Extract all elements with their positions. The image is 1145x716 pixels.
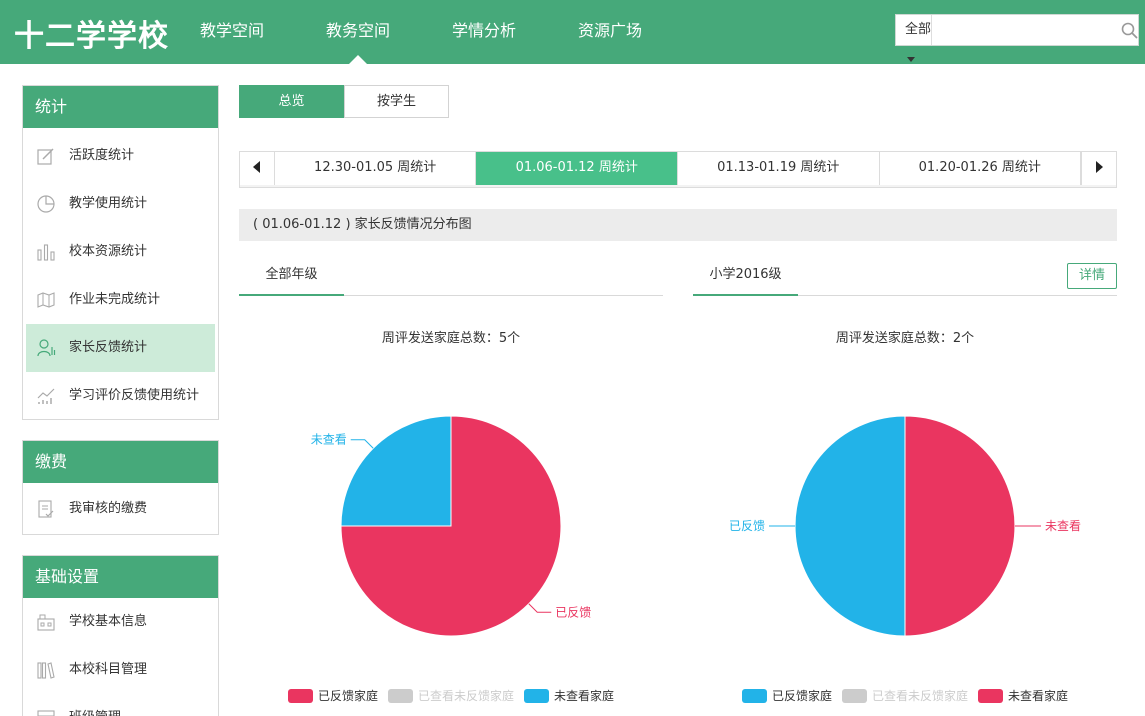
sidebar-item-parent-feedback[interactable]: 家长反馈统计 [26,324,215,372]
top-header: 十二学学校 教学空间 教务空间 学情分析 资源广场 全部 [0,0,1145,64]
pie-label-line [350,439,374,449]
chart-legend: 已反馈家庭 已查看未反馈家庭 未查看家庭 [239,687,663,704]
sidebar-item-school-info[interactable]: 学校基本信息 [23,598,218,646]
caret-down-icon [907,57,915,62]
arrow-left-icon [252,160,261,177]
sidebar-item-label: 活跃度统计 [69,148,135,163]
sidebar-item-label: 作业未完成统计 [69,292,161,307]
week-selector: 12.30-01.05 周统计 01.06-01.12 周统计 01.13-01… [239,151,1117,188]
pie-label-line [528,603,552,613]
pie-chart-all-grades: 已反馈 未查看 [311,415,591,637]
search-scope-label: 全部 [905,22,932,37]
pie-chart-icon [35,193,57,215]
legend-label: 已反馈家庭 [771,689,832,703]
legend-item[interactable]: 已查看未反馈家庭 [841,687,968,704]
legend-swatch [524,688,549,703]
week-item-active[interactable]: 01.06-01.12 周统计 [476,152,678,185]
tab-overview[interactable]: 总览 [239,85,344,118]
sidebar-item-homework-incomplete[interactable]: 作业未完成统计 [23,276,218,324]
legend-label: 未查看家庭 [1008,689,1069,703]
section-title: ( 01.06-01.12 ) 家长反馈情况分布图 [239,209,1117,241]
legend-swatch [387,688,413,703]
legend-item[interactable]: 已查看未反馈家庭 [387,687,514,704]
legend-swatch [841,688,867,703]
sidebar-item-evaluation-feedback[interactable]: 学习评价反馈使用统计 [23,372,218,420]
pie-slice-label: 未查看 [311,433,347,447]
pie-slice[interactable] [340,415,452,527]
legend-item[interactable]: 已反馈家庭 [741,687,832,704]
week-item[interactable]: 12.30-01.05 周统计 [274,152,477,185]
arrow-right-icon [1095,160,1103,177]
search-box: 全部 [895,14,1139,62]
legend-swatch [287,688,313,703]
legend-item[interactable]: 未查看家庭 [978,687,1068,704]
legend-label: 已查看未反馈家庭 [417,689,514,703]
pie-slice[interactable] [904,415,1016,637]
sidebar-item-label: 我审核的缴费 [69,501,148,516]
class-icon [35,707,57,716]
chart-panel-all-grades: 全部年级 周评发送家庭总数：5个 已反馈 未查看 已反馈家庭 已查看未反馈家庭 未查看… [239,260,663,716]
map-icon [35,289,57,311]
legend-swatch [978,688,1003,703]
search-scope-dropdown[interactable]: 全部 [896,15,933,62]
tab-by-student[interactable]: 按学生 [344,85,449,118]
sidebar-group-basic-settings: 基础设置 学校基本信息 本校科目管理 班级管理 [22,555,219,716]
sidebar-item-label: 班级管理 [69,694,121,716]
sidebar-item-school-resources[interactable]: 校本资源统计 [23,228,218,276]
nav-item-learning-analysis[interactable]: 学情分析 [452,0,516,64]
sidebar-group-statistics: 统计 活跃度统计 教学使用统计 校本资源统计 作业未完成统计 家长反馈统计 学习… [22,85,219,420]
sidebar-group-title: 统计 [23,86,218,128]
legend-label: 已反馈家庭 [317,689,378,703]
nav-item-teaching[interactable]: 教学空间 [200,0,264,64]
search-input[interactable] [932,16,1121,44]
sidebar-item-my-payment-review[interactable]: 我审核的缴费 [23,485,218,533]
view-tabs: 总览 按学生 [239,85,449,118]
school-icon [35,611,57,633]
search-icon[interactable] [1120,15,1138,45]
sidebar-item-label: 家长反馈统计 [69,340,148,355]
sidebar-item-label: 学习评价反馈使用统计 [69,388,200,403]
pie-slice-label: 已反馈 [729,519,765,533]
chart-panel-grade-2016: 小学2016级 详情 周评发送家庭总数：2个 未查看 已反馈 已反馈家庭 已查看未反… [693,260,1117,716]
sidebar-item-class-management[interactable]: 班级管理 [23,694,218,716]
sidebar-item-teaching-usage[interactable]: 教学使用统计 [23,180,218,228]
next-week-button[interactable] [1081,152,1116,185]
sidebar-item-label: 学校基本信息 [69,614,148,629]
prev-week-button[interactable] [240,152,275,185]
sidebar-item-label: 教学使用统计 [69,196,148,211]
sidebar-item-subject-management[interactable]: 本校科目管理 [23,646,218,694]
sidebar-item-label: 本校科目管理 [69,662,148,677]
sidebar-item-activity-stats[interactable]: 活跃度统计 [23,132,218,180]
parent-icon [35,337,57,359]
sidebar-group-payment: 缴费 我审核的缴费 [22,440,219,535]
edit-icon [35,145,57,167]
nav-item-academic-affairs[interactable]: 教务空间 [326,0,390,64]
pie-slice-label: 已反馈 [555,605,591,619]
document-icon [35,498,57,520]
legend-label: 未查看家庭 [554,689,615,703]
school-logo[interactable]: 十二学学校 [14,11,169,55]
nav-item-resources[interactable]: 资源广场 [578,0,642,64]
legend-label: 已查看未反馈家庭 [871,689,968,703]
books-icon [35,659,57,681]
week-item[interactable]: 01.13-01.19 周统计 [677,152,880,185]
sidebar-group-title: 基础设置 [23,556,218,598]
main-nav: 教学空间 教务空间 学情分析 资源广场 [200,0,704,64]
legend-item[interactable]: 已反馈家庭 [287,687,378,704]
pie-slice-label: 未查看 [1045,519,1081,533]
sidebar-group-title: 缴费 [23,441,218,483]
legend-item[interactable]: 未查看家庭 [524,687,614,704]
bar-chart-icon [35,241,57,263]
sidebar-item-label: 校本资源统计 [69,244,148,259]
trend-icon [35,385,57,407]
week-item[interactable]: 01.20-01.26 周统计 [879,152,1082,185]
pie-slice[interactable] [794,415,906,637]
legend-swatch [741,688,767,703]
chart-legend: 已反馈家庭 已查看未反馈家庭 未查看家庭 [693,687,1117,704]
pie-chart-grade-2016: 未查看 已反馈 [729,415,1081,637]
